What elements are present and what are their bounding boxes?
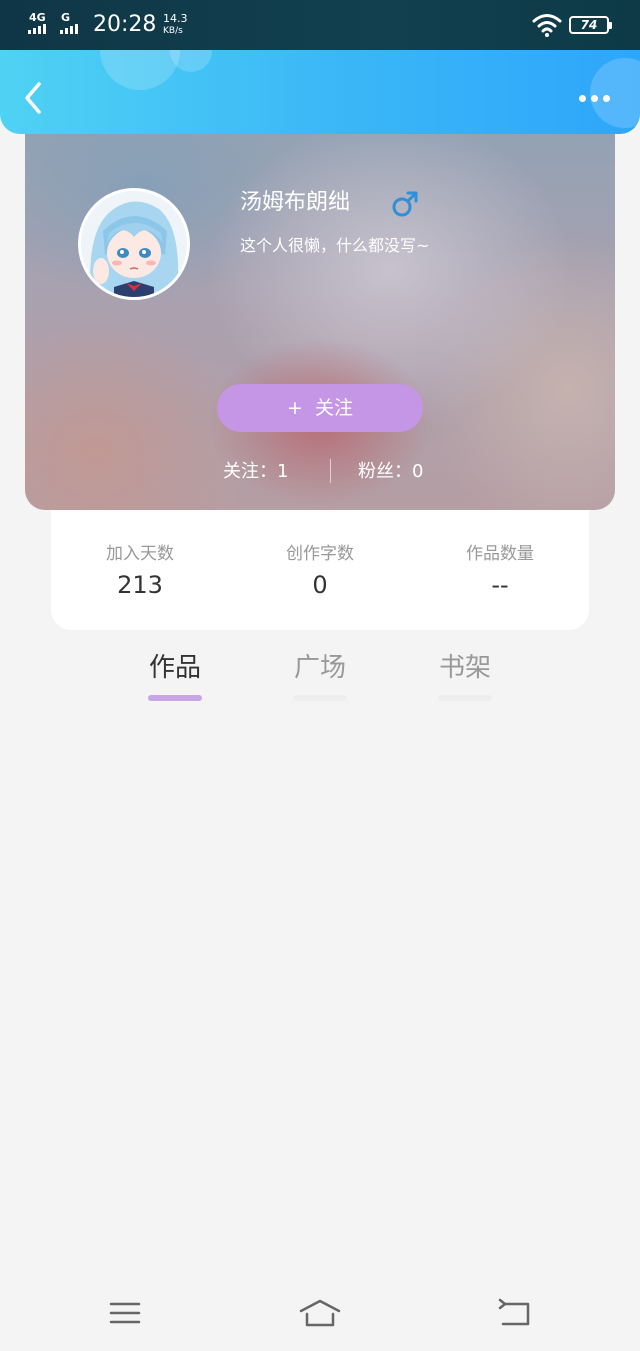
home-icon[interactable] — [298, 1296, 342, 1330]
tab-indicator — [148, 695, 202, 701]
back-icon[interactable] — [495, 1296, 535, 1330]
stat-label: 作品数量 — [466, 544, 534, 564]
network-type-1: 4G — [29, 11, 46, 24]
anime-girl-avatar — [81, 191, 187, 297]
top-header — [0, 50, 640, 134]
network-speed: 14.3 KB/s — [163, 13, 188, 37]
tab-square[interactable]: 广场 — [280, 650, 360, 701]
clock: 20:28 — [93, 12, 157, 37]
stat-word-count: 创作字数 0 — [250, 542, 390, 602]
stat-label: 创作字数 — [286, 544, 354, 564]
stat-value: -- — [491, 571, 509, 599]
follow-button[interactable]: + 关注 — [217, 384, 423, 432]
decor-bubble — [170, 50, 212, 72]
speed-value: 14.3 — [163, 12, 188, 25]
tab-indicator — [293, 695, 347, 701]
menu-icon[interactable] — [105, 1296, 145, 1330]
speed-unit: KB/s — [163, 26, 183, 36]
decor-bubble — [100, 50, 180, 90]
user-bio: 这个人很懒，什么都没写~ — [240, 236, 430, 255]
status-bar: 4G G 20:28 14.3 KB/s 74 — [0, 0, 640, 50]
stats-card: 加入天数 213 创作字数 0 作品数量 -- — [51, 510, 589, 630]
tab-bookshelf[interactable]: 书架 — [425, 650, 505, 701]
male-icon — [392, 191, 418, 217]
stat-divider — [330, 459, 331, 483]
avatar[interactable] — [78, 188, 190, 300]
tab-indicator — [438, 695, 492, 701]
system-nav-bar — [0, 1274, 640, 1351]
signal-icon-2 — [60, 24, 78, 34]
tab-label: 作品 — [148, 653, 201, 683]
network-type-2: G — [61, 11, 71, 24]
tab-works[interactable]: 作品 — [135, 650, 215, 701]
user-nickname: 汤姆布朗绌 — [240, 190, 351, 215]
plus-icon: + — [287, 397, 303, 419]
tab-label: 广场 — [293, 653, 346, 683]
stat-join-days: 加入天数 213 — [70, 542, 210, 602]
followers-count[interactable]: 粉丝：0 — [358, 460, 423, 484]
tab-label: 书架 — [438, 653, 491, 683]
stat-label: 加入天数 — [106, 544, 174, 564]
stat-value: 213 — [117, 571, 163, 599]
profile-card: 汤姆布朗绌 这个人很懒，什么都没写~ + 关注 关注：1 粉丝：0 — [25, 110, 615, 510]
following-count[interactable]: 关注：1 — [223, 460, 288, 484]
stat-value: 0 — [312, 571, 328, 599]
stat-works-count: 作品数量 -- — [430, 542, 570, 602]
battery-icon: 74 — [569, 16, 612, 34]
wifi-icon — [532, 14, 562, 37]
follow-label: 关注 — [314, 397, 353, 419]
more-dots-icon[interactable] — [572, 88, 616, 108]
signal-icon — [28, 24, 46, 34]
chevron-left-icon[interactable] — [18, 80, 48, 116]
